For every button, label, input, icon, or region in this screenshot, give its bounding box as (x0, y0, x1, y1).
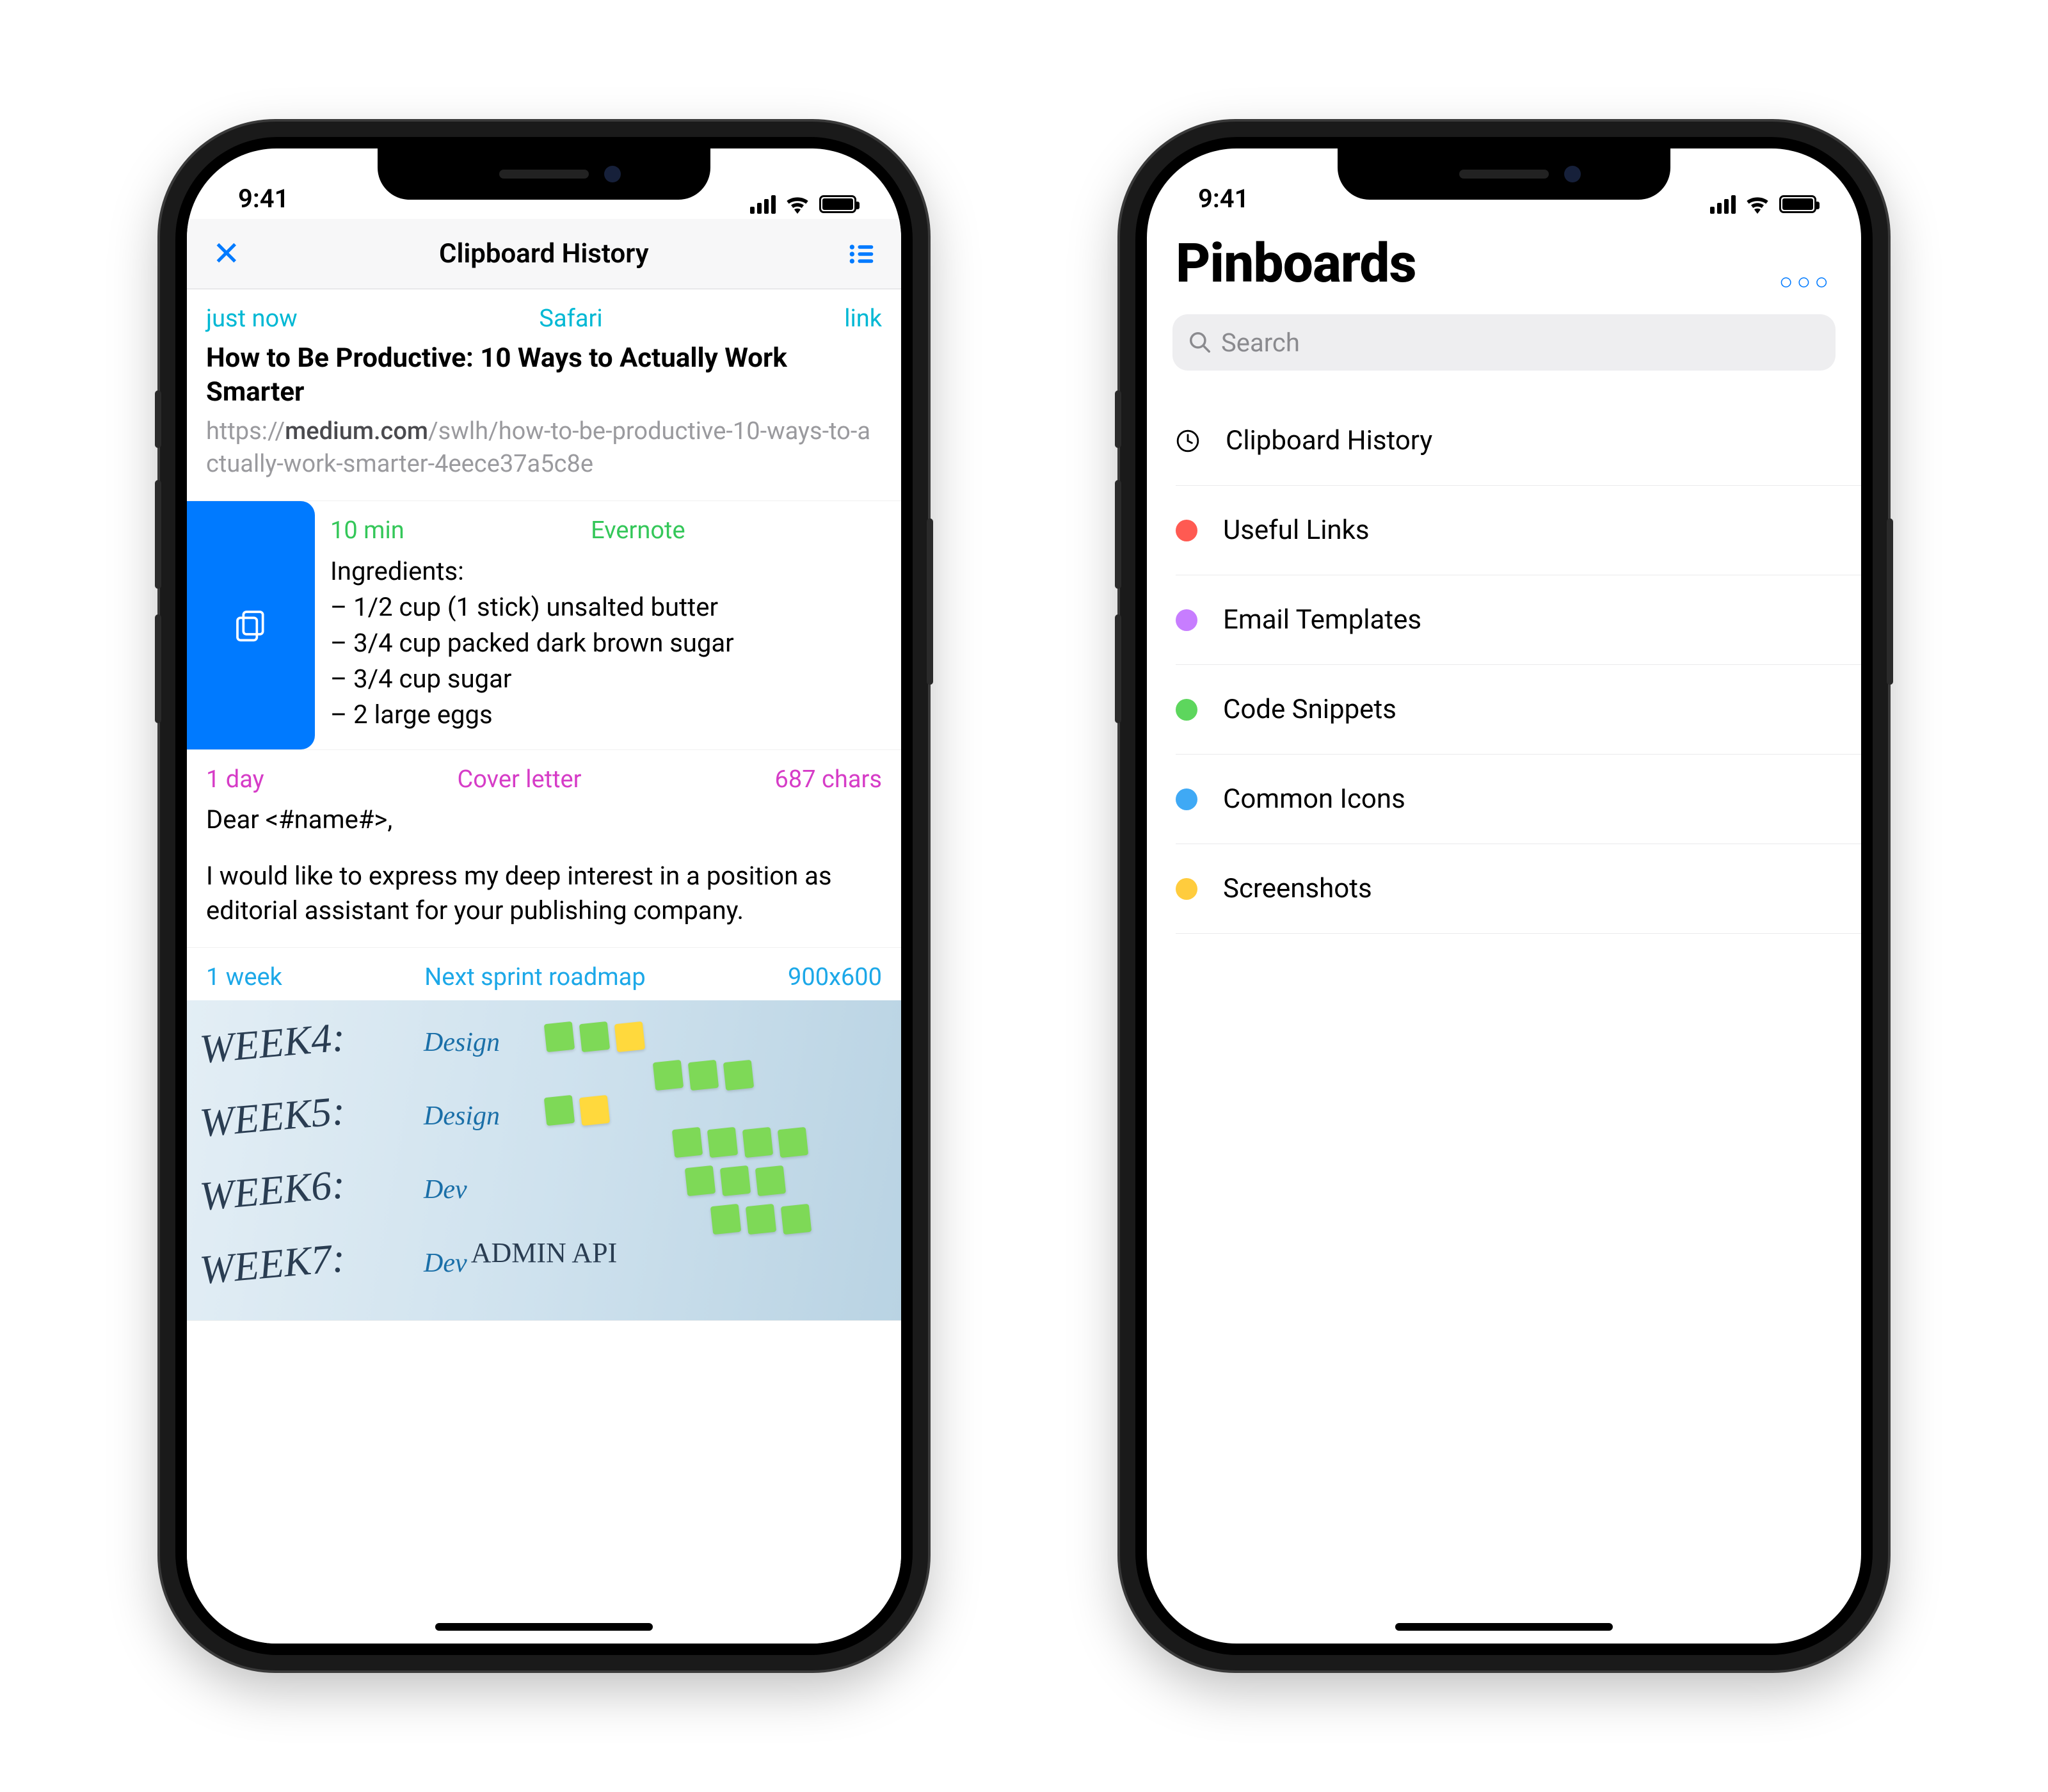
battery-icon (1779, 195, 1816, 213)
copy-swipe-action[interactable] (187, 501, 315, 749)
speaker (499, 170, 589, 179)
clip-url: https://medium.com/swlh/how-to-be-produc… (206, 415, 882, 481)
color-dot-icon (1176, 609, 1197, 631)
clip-time: just now (206, 305, 298, 333)
search-input[interactable]: Search (1172, 314, 1836, 371)
mute-switch (155, 390, 161, 448)
volume-up (1115, 480, 1121, 589)
pinboard-item-icons[interactable]: Common Icons (1176, 755, 1861, 844)
pinboard-label: Screenshots (1223, 873, 1372, 904)
clip-source: Next sprint roadmap (424, 963, 646, 991)
color-dot-icon (1176, 520, 1197, 541)
front-camera (604, 166, 621, 182)
home-indicator[interactable] (1395, 1623, 1613, 1631)
clip-item-image[interactable]: 1 week Next sprint roadmap 900x600 WEEK4… (187, 948, 901, 1321)
clip-time: 1 week (206, 963, 282, 991)
speaker (1459, 170, 1549, 179)
battery-icon (819, 195, 856, 213)
volume-up (155, 480, 161, 589)
list-settings-icon[interactable] (847, 240, 876, 268)
clip-source: Cover letter (458, 765, 582, 794)
notch (1338, 148, 1670, 200)
search-wrap: Search (1147, 301, 1861, 377)
page-title: Clipboard History (439, 238, 649, 269)
clip-item-text[interactable]: 1 day Cover letter 687 chars Dear <#name… (187, 750, 901, 948)
nav-bar: ✕ Clipboard History (187, 219, 901, 289)
clipboard-list[interactable]: just now Safari link How to Be Productiv… (187, 289, 901, 1644)
clip-size: 687 chars (775, 765, 882, 794)
clip-image-preview: WEEK4: WEEK5: WEEK6: WEEK7: Design Desig… (187, 1000, 901, 1320)
pinboard-label: Useful Links (1223, 515, 1370, 546)
cell-signal-icon (750, 195, 776, 214)
pinboard-label: Clipboard History (1226, 425, 1432, 456)
clip-dimensions: 900x600 (788, 963, 882, 991)
notch (378, 148, 710, 200)
pinboard-label: Code Snippets (1223, 694, 1396, 725)
front-camera (1564, 166, 1581, 182)
color-dot-icon (1176, 878, 1197, 900)
close-button[interactable]: ✕ (212, 234, 241, 273)
clip-item-link[interactable]: just now Safari link How to Be Productiv… (187, 289, 901, 501)
power-button (1887, 518, 1893, 685)
pinboard-label: Email Templates (1223, 604, 1421, 636)
phone-right: 9:41 Pinboards ○○○ Search (1120, 122, 1888, 1670)
pinboard-list: Clipboard History Useful Links Email Tem… (1147, 377, 1861, 934)
power-button (927, 518, 933, 685)
copy-icon (233, 607, 269, 643)
color-dot-icon (1176, 699, 1197, 721)
clip-body: Ingredients: – 1/2 cup (1 stick) unsalte… (330, 554, 882, 733)
status-time: 9:41 (238, 184, 289, 214)
pinboard-item-screenshots[interactable]: Screenshots (1176, 844, 1861, 934)
search-placeholder: Search (1221, 328, 1300, 358)
clip-source: Safari (539, 305, 602, 333)
color-dot-icon (1176, 788, 1197, 810)
header: Pinboards ○○○ (1147, 219, 1861, 301)
wifi-icon (785, 195, 810, 214)
volume-down (1115, 614, 1121, 723)
clip-time: 1 day (206, 765, 264, 794)
pinboard-item-email[interactable]: Email Templates (1176, 575, 1861, 665)
wifi-icon (1745, 195, 1770, 214)
page-title: Pinboards (1176, 232, 1416, 295)
pinboard-item-history[interactable]: Clipboard History (1176, 396, 1861, 486)
phone-left: 9:41 ✕ Clipboard History (160, 122, 928, 1670)
pinboard-item-code[interactable]: Code Snippets (1176, 665, 1861, 755)
status-time: 9:41 (1198, 184, 1249, 214)
pinboard-item-links[interactable]: Useful Links (1176, 486, 1861, 575)
clock-icon (1176, 429, 1200, 453)
clip-title: How to Be Productive: 10 Ways to Actuall… (206, 342, 882, 409)
home-indicator[interactable] (435, 1623, 653, 1631)
clip-source: Evernote (591, 516, 685, 545)
pinboard-label: Common Icons (1223, 783, 1405, 815)
volume-down (155, 614, 161, 723)
mute-switch (1115, 390, 1121, 448)
clip-time: 10 min (330, 516, 404, 545)
clip-item-text-swiped[interactable]: 10 min Evernote Ingredients: – 1/2 cup (… (187, 501, 901, 750)
search-icon (1188, 330, 1212, 355)
more-button[interactable]: ○○○ (1779, 268, 1832, 295)
clip-type: link (844, 305, 882, 333)
clip-body: Dear <#name#>, I would like to express m… (206, 803, 882, 928)
cell-signal-icon (1710, 195, 1736, 214)
